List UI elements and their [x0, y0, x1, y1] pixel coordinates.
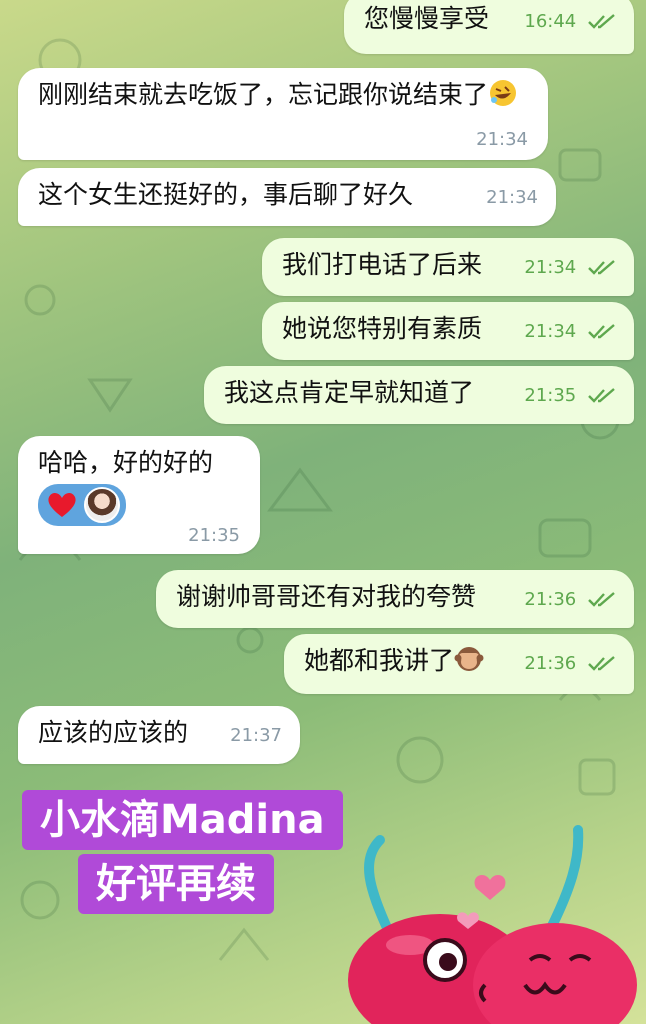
- message-time: 21:35: [188, 525, 240, 546]
- message-meta: 21:34: [524, 256, 616, 280]
- message-text: 她都和我讲了: [304, 646, 455, 675]
- double-check-icon: [588, 656, 615, 671]
- rofl-emoji-icon: [488, 78, 518, 117]
- message-text: 您慢慢享受: [364, 4, 490, 33]
- double-check-icon: [588, 260, 615, 275]
- message-bubble[interactable]: 我这点肯定早就知道了 21:35: [204, 366, 634, 424]
- double-check-icon: [588, 592, 615, 607]
- message-bubble[interactable]: 应该的应该的 21:37: [18, 706, 300, 764]
- message-meta: 21:36: [524, 588, 616, 612]
- message-bubble[interactable]: 哈哈，好的好的 21:35: [18, 436, 260, 554]
- message-bubble[interactable]: 您慢慢享受 16:44: [344, 0, 634, 54]
- reactor-avatar[interactable]: [84, 487, 120, 523]
- message-text: 应该的应该的: [38, 718, 189, 747]
- kissing-cherries-sticker: [348, 825, 637, 1024]
- reaction-chip[interactable]: [38, 484, 126, 526]
- message-bubble[interactable]: 她说您特别有素质 21:34: [262, 302, 634, 360]
- message-text: 她说您特别有素质: [282, 314, 483, 343]
- message-time: 21:36: [524, 589, 577, 610]
- red-heart-icon: [48, 492, 76, 517]
- message-time: 21:34: [476, 129, 528, 150]
- message-meta: 21:35: [524, 384, 616, 408]
- message-text: 这个女生还挺好的，事后聊了好久: [38, 180, 414, 209]
- overlay-title-line1: 小水滴Madina: [22, 790, 343, 850]
- message-meta: 21:37: [230, 724, 282, 748]
- message-bubble[interactable]: 刚刚结束就去吃饭了，忘记跟你说结束了 21:34: [18, 68, 548, 160]
- message-bubble[interactable]: 这个女生还挺好的，事后聊了好久 21:34: [18, 168, 556, 226]
- message-meta: 21:36: [524, 652, 616, 676]
- message-bubble[interactable]: 她都和我讲了 21:36: [284, 634, 634, 694]
- message-meta: 21:35: [188, 524, 240, 548]
- message-text: 哈哈，好的好的: [38, 448, 214, 477]
- message-time: 21:37: [230, 725, 282, 746]
- see-no-evil-monkey-icon: [454, 644, 484, 683]
- message-text: 刚刚结束就去吃饭了，忘记跟你说结束了: [38, 80, 489, 109]
- double-check-icon: [588, 14, 615, 29]
- message-text: 谢谢帅哥哥还有对我的夸赞: [176, 582, 477, 611]
- message-time: 21:34: [524, 321, 577, 342]
- message-bubble[interactable]: 我们打电话了后来 21:34: [262, 238, 634, 296]
- double-check-icon: [588, 324, 615, 339]
- overlay-title-line2: 好评再续: [78, 854, 274, 914]
- message-text: 我们打电话了后来: [282, 250, 483, 279]
- message-time: 16:44: [524, 11, 577, 32]
- double-check-icon: [588, 388, 615, 403]
- message-meta: 16:44: [524, 10, 616, 34]
- message-bubble[interactable]: 谢谢帅哥哥还有对我的夸赞 21:36: [156, 570, 634, 628]
- message-meta: 21:34: [476, 128, 528, 152]
- message-time: 21:35: [524, 385, 577, 406]
- message-time: 21:36: [524, 653, 577, 674]
- message-text: 我这点肯定早就知道了: [224, 378, 475, 407]
- message-time: 21:34: [486, 187, 538, 208]
- message-meta: 21:34: [486, 186, 538, 210]
- message-time: 21:34: [524, 257, 577, 278]
- message-meta: 21:34: [524, 320, 616, 344]
